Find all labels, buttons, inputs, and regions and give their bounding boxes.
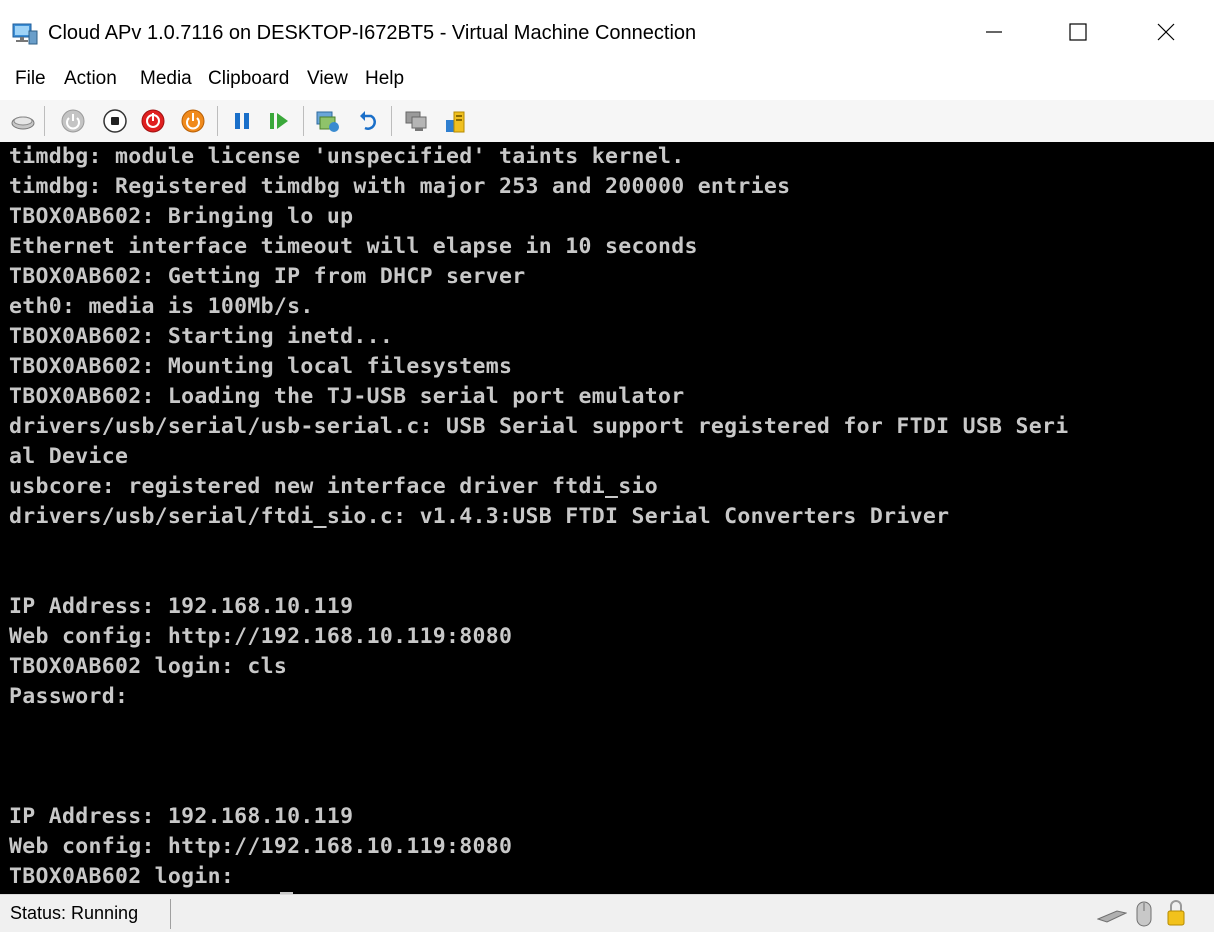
status-divider [170,899,171,929]
revert-icon[interactable] [355,108,381,134]
close-icon [1157,23,1175,41]
menu-file[interactable]: File [13,68,48,90]
lock-icon [1167,900,1185,926]
power-icon[interactable] [180,108,206,134]
enhanced-session-icon[interactable] [403,108,429,134]
console-line: Password: [9,684,129,709]
menu-bar: File Action Media Clipboard View Help [0,64,1214,98]
toolbar-separator [391,106,392,136]
checkpoint-icon[interactable] [315,108,341,134]
console-line: Ethernet interface timeout will elapse i… [9,234,698,259]
resume-icon[interactable] [266,108,292,134]
title-bar[interactable]: Cloud APv 1.0.7116 on DESKTOP-I672BT5 - … [0,0,1214,64]
status-label: Status: Running [10,903,139,923]
menu-help[interactable]: Help [363,68,406,90]
console-line: TBOX0AB602: Starting inetd... [9,324,394,349]
console-line: TBOX0AB602 login: [9,864,248,889]
vm-console-screen[interactable]: timdbg: module license 'unspecified' tai… [0,142,1214,894]
menu-view[interactable]: View [305,68,350,90]
console-line: timdbg: module license 'unspecified' tai… [9,144,685,169]
console-line: TBOX0AB602: Mounting local filesystems [9,354,513,379]
ctrl-alt-del-icon[interactable] [10,108,36,134]
console-line: TBOX0AB602: Loading the TJ-USB serial po… [9,384,685,409]
minimize-icon [986,31,1002,33]
console-line: Web config: http://192.168.10.119:8080 [9,624,513,649]
share-icon[interactable] [443,108,469,134]
console-line: drivers/usb/serial/usb-serial.c: USB Ser… [9,414,1069,439]
toolbar-separator [303,106,304,136]
menu-media[interactable]: Media [138,68,194,90]
console-line: drivers/usb/serial/ftdi_sio.c: v1.4.3:US… [9,504,950,529]
console-line: eth0: media is 100Mb/s. [9,294,314,319]
vm-connection-icon [12,23,38,45]
toolbar [0,100,1214,142]
turn-off-icon[interactable] [102,108,128,134]
maximize-icon [1069,23,1087,41]
toolbar-separator [44,106,45,136]
shut-down-icon[interactable] [140,108,166,134]
console-line: Web config: http://192.168.10.119:8080 [9,834,513,859]
status-bar: Status: Running [0,894,1214,932]
toolbar-separator [217,106,218,136]
console-line: TBOX0AB602: Getting IP from DHCP server [9,264,526,289]
maximize-button[interactable] [1046,0,1110,64]
pause-icon[interactable] [229,108,255,134]
menu-clipboard[interactable]: Clipboard [206,68,291,90]
keyboard-icon [1097,910,1127,923]
minimize-button[interactable] [962,0,1026,64]
console-line: TBOX0AB602 login: cls [9,654,288,679]
start-icon[interactable] [60,108,86,134]
console-line: al Device [9,444,129,469]
console-line: timdbg: Registered timdbg with major 253… [9,174,791,199]
menu-action[interactable]: Action [62,68,119,90]
console-line: IP Address: 192.168.10.119 [9,594,354,619]
console-line: usbcore: registered new interface driver… [9,474,658,499]
close-button[interactable] [1134,0,1198,64]
console-line: TBOX0AB602: Bringing lo up [9,204,354,229]
console-line: IP Address: 192.168.10.119 [9,804,354,829]
window-title: Cloud APv 1.0.7116 on DESKTOP-I672BT5 - … [48,22,697,44]
mouse-icon [1136,901,1152,927]
